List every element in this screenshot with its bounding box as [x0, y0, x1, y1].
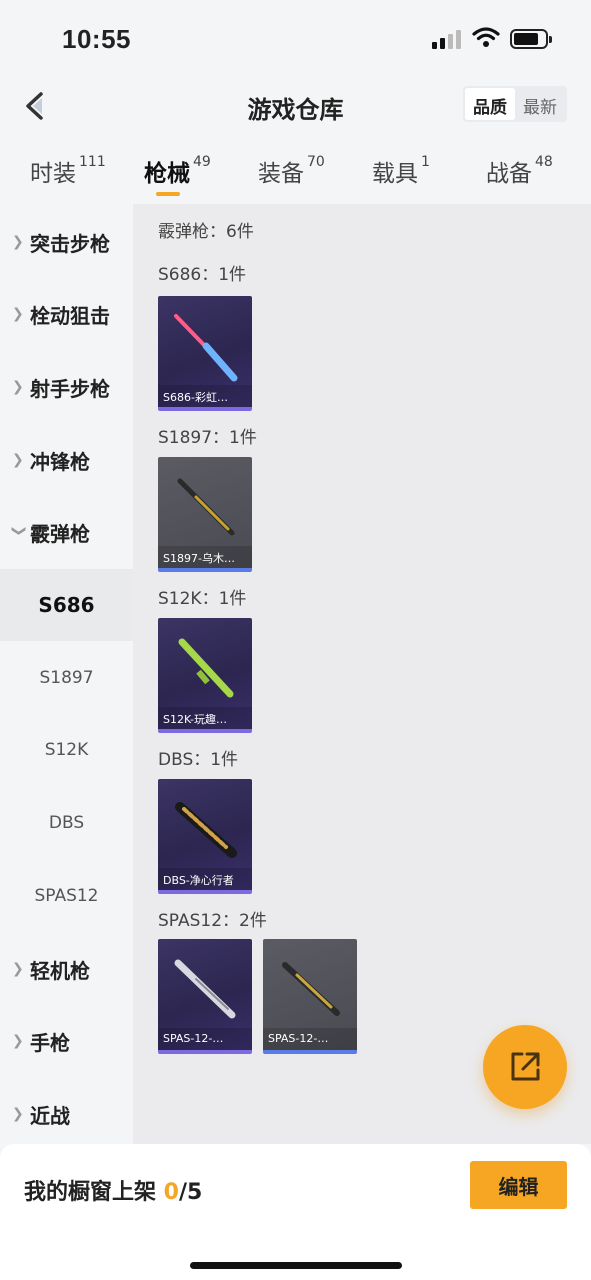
sidebar-item-lmg[interactable]: ❯ 轻机枪: [0, 933, 133, 1005]
sidebar-item-melee[interactable]: ❯ 近战: [0, 1078, 133, 1150]
tab-vehicles[interactable]: 载具 1: [372, 154, 430, 188]
weapon-card-dbs[interactable]: DBS-净心行者: [158, 779, 252, 894]
weapon-card-name: S12K-玩趣…: [158, 707, 252, 729]
group-title-spas12: SPAS12：2件: [158, 911, 267, 931]
weapon-card-spas12-1[interactable]: SPAS-12-…: [158, 939, 252, 1054]
weapon-card-name: SPAS-12-…: [158, 1028, 252, 1050]
chevron-right-icon: ❯: [12, 1033, 24, 1049]
active-tab-indicator: [156, 192, 180, 196]
edit-button[interactable]: 编辑: [470, 1161, 567, 1209]
weapon-card-s686[interactable]: S686-彩虹…: [158, 296, 252, 411]
home-indicator: [190, 1262, 402, 1269]
sidebar-item-shotgun[interactable]: ❯ 霰弹枪: [0, 496, 133, 568]
chevron-right-icon: ❯: [12, 379, 24, 395]
weapon-category-sidebar: ❯ 突击步枪 ❯ 栓动狙击 ❯ 射手步枪 ❯ 冲锋枪 ❯ 霰弹枪 S686 S1897 S…: [0, 204, 133, 1144]
weapon-card-name: DBS-净心行者: [158, 868, 252, 890]
group-title-s12k: S12K：1件: [158, 589, 247, 609]
section-title: 霰弹枪：6件: [158, 222, 254, 242]
showcase-count: 0: [163, 1180, 179, 1205]
sidebar-sub-s686[interactable]: S686: [0, 569, 133, 641]
tab-equipment[interactable]: 装备 70: [258, 154, 325, 188]
chevron-down-icon: ❯: [11, 525, 27, 537]
sidebar-sub-dbs[interactable]: DBS: [0, 787, 133, 859]
sidebar-sub-spas12[interactable]: SPAS12: [0, 860, 133, 932]
group-title-s686: S686：1件: [158, 265, 247, 285]
share-button[interactable]: [483, 1025, 567, 1109]
category-tabs: 时装 111 枪械 49 装备 70 载具 1 战备 48: [0, 140, 591, 204]
weapon-list: 霰弹枪：6件 S686：1件 S686-彩虹… S1897：1件 S1897-乌…: [133, 204, 591, 1144]
shotgun-skin-icon: [174, 959, 236, 1019]
weapon-card-name: S686-彩虹…: [158, 385, 252, 407]
shotgun-skin-icon: [175, 802, 237, 858]
sort-toggle: 品质 最新: [463, 86, 567, 122]
sidebar-sub-s1897[interactable]: S1897: [0, 642, 133, 714]
chevron-right-icon: ❯: [12, 1106, 24, 1122]
showcase-status: 我的橱窗上架 0/5: [24, 1180, 203, 1205]
chevron-right-icon: ❯: [12, 452, 24, 468]
wifi-icon: [472, 27, 500, 47]
weapon-card-s1897[interactable]: S1897-乌木…: [158, 457, 252, 572]
tab-guns[interactable]: 枪械 49: [144, 154, 211, 188]
share-external-icon: [511, 1052, 540, 1081]
group-title-s1897: S1897：1件: [158, 428, 257, 448]
chevron-right-icon: ❯: [12, 234, 24, 250]
cellular-signal-icon: [432, 30, 461, 49]
sidebar-item-pistol[interactable]: ❯ 手枪: [0, 1005, 133, 1077]
weapon-card-name: SPAS-12-…: [263, 1028, 357, 1050]
tab-gear[interactable]: 战备 48: [486, 154, 553, 188]
weapon-card-s12k[interactable]: S12K-玩趣…: [158, 618, 252, 733]
sort-newest-button[interactable]: 最新: [515, 88, 565, 120]
shotgun-skin-icon: [178, 638, 234, 698]
chevron-right-icon: ❯: [12, 961, 24, 977]
status-bar: 10:55: [0, 0, 591, 78]
status-time: 10:55: [62, 24, 131, 54]
tab-fashion[interactable]: 时装 111: [30, 154, 106, 188]
sidebar-item-marksman-rifle[interactable]: ❯ 射手步枪: [0, 351, 133, 423]
weapon-card-spas12-2[interactable]: SPAS-12-…: [263, 939, 357, 1054]
battery-icon: [510, 29, 552, 49]
sort-quality-button[interactable]: 品质: [465, 88, 515, 120]
chevron-right-icon: ❯: [12, 306, 24, 322]
sidebar-sub-s12k[interactable]: S12K: [0, 714, 133, 786]
sidebar-item-bolt-sniper[interactable]: ❯ 栓动狙击: [0, 278, 133, 350]
weapon-card-name: S1897-乌木…: [158, 546, 252, 568]
sidebar-item-assault-rifle[interactable]: ❯ 突击步枪: [0, 206, 133, 278]
group-title-dbs: DBS：1件: [158, 750, 239, 770]
nav-bar: 游戏仓库 品质 最新: [0, 78, 591, 134]
shotgun-skin-icon: [174, 314, 238, 382]
shotgun-skin-icon: [177, 478, 235, 536]
sidebar-item-smg[interactable]: ❯ 冲锋枪: [0, 424, 133, 496]
showcase-bar: 我的橱窗上架 0/5 编辑: [0, 1144, 591, 1280]
shotgun-skin-icon: [282, 962, 340, 1016]
